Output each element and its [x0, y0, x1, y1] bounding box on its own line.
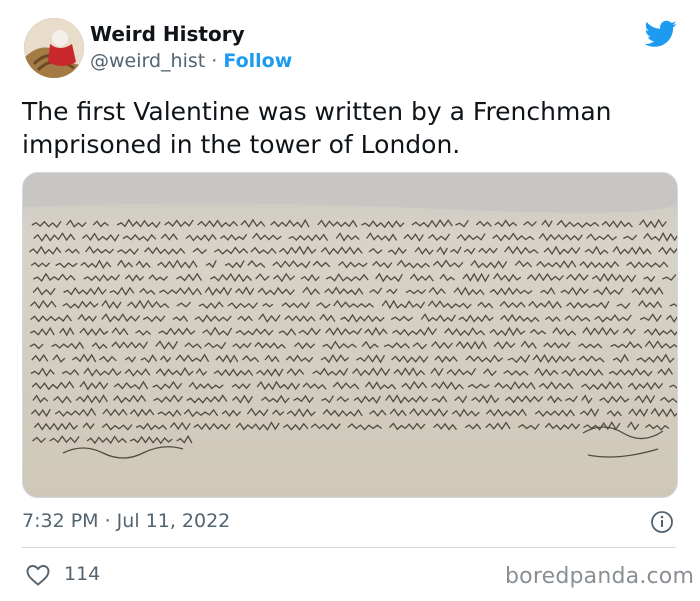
- handwritten-letter-image: [23, 173, 677, 497]
- tweet-text: The first Valentine was written by a Fre…: [22, 97, 612, 159]
- avatar-image: [24, 18, 84, 78]
- separator: ·: [211, 50, 218, 72]
- tweet-media[interactable]: [22, 172, 678, 498]
- divider: [22, 547, 676, 548]
- twitter-bird-icon[interactable]: [645, 20, 677, 48]
- info-icon[interactable]: [650, 510, 674, 534]
- heart-icon[interactable]: [26, 564, 50, 586]
- timestamp[interactable]: 7:32 PM · Jul 11, 2022: [22, 510, 230, 532]
- follow-button[interactable]: Follow: [223, 50, 292, 72]
- handle-line: @weird_hist · Follow: [90, 50, 292, 72]
- watermark: boredpanda.com: [505, 564, 695, 589]
- like-count[interactable]: 114: [64, 563, 100, 585]
- display-name[interactable]: Weird History: [90, 22, 245, 46]
- avatar[interactable]: [24, 18, 84, 78]
- handle[interactable]: @weird_hist: [90, 50, 205, 72]
